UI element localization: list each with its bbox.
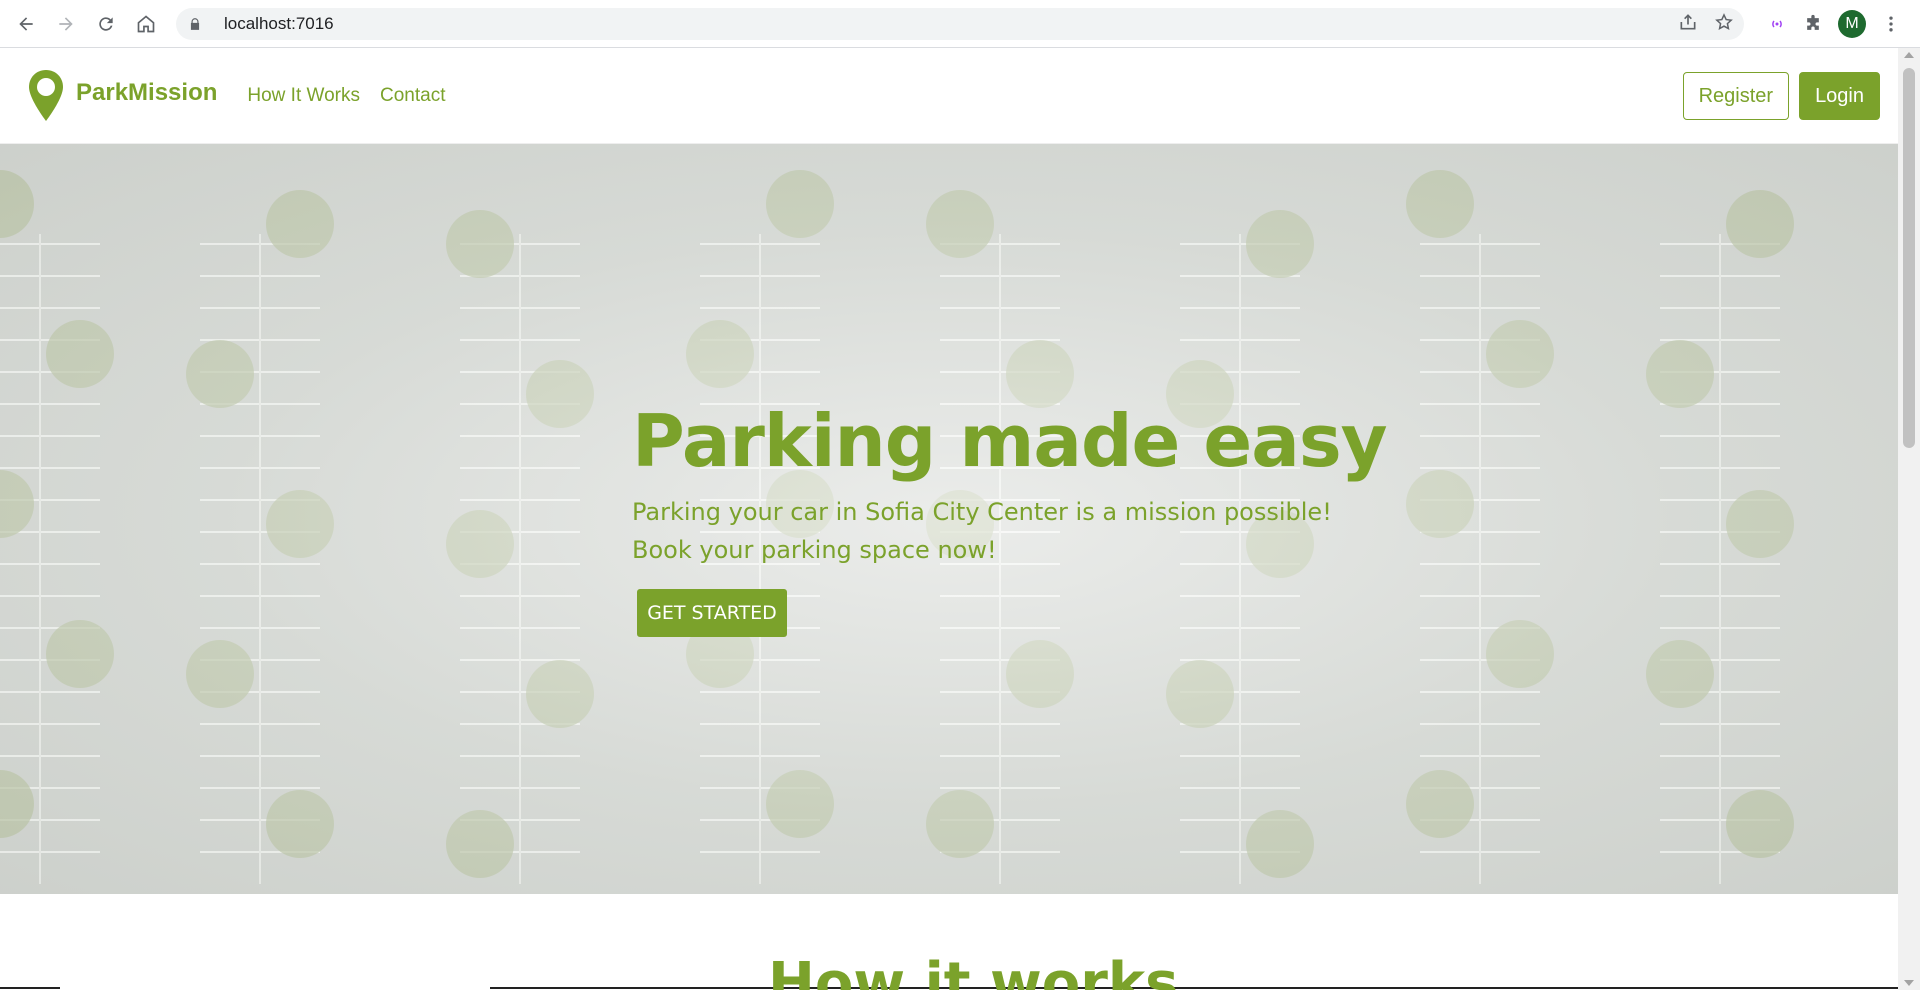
page-scrollbar[interactable]	[1898, 48, 1920, 990]
menu-icon[interactable]	[1880, 13, 1902, 35]
main-nav: How It Works Contact	[247, 85, 445, 107]
hero-subtitle-line1: Parking your car in Sofia City Center is…	[632, 498, 1332, 527]
nav-how-it-works[interactable]: How It Works	[247, 85, 360, 107]
auth-buttons: Register Login	[1682, 72, 1880, 120]
back-icon[interactable]	[8, 6, 44, 42]
scroll-up-arrow-icon[interactable]	[1904, 52, 1914, 58]
site-header: ParkMission How It Works Contact Registe…	[0, 48, 1898, 144]
nav-contact[interactable]: Contact	[380, 85, 445, 107]
media-icon[interactable]	[1766, 13, 1788, 35]
how-it-works-section: How it works	[0, 894, 1898, 990]
brand-link[interactable]: ParkMission	[26, 68, 217, 124]
hero-title: Parking made easy	[632, 399, 1388, 483]
hero-content: Parking made easy Parking your car in So…	[632, 399, 1392, 638]
register-button[interactable]: Register	[1682, 72, 1790, 120]
login-button[interactable]: Login	[1799, 72, 1880, 120]
share-icon[interactable]	[1678, 12, 1698, 37]
hero-section: Parking made easy Parking your car in So…	[0, 144, 1898, 894]
extensions-icon[interactable]	[1802, 13, 1824, 35]
forward-icon[interactable]	[48, 6, 84, 42]
hero-subtitle-line2: Book your parking space now!	[632, 536, 997, 565]
address-bar[interactable]: localhost:7016	[176, 8, 1744, 40]
location-pin-icon	[29, 69, 63, 121]
lock-icon[interactable]	[188, 17, 218, 31]
brand-name: ParkMission	[76, 78, 218, 106]
url-text[interactable]: localhost:7016	[224, 14, 334, 34]
home-icon[interactable]	[128, 6, 164, 42]
scroll-down-arrow-icon[interactable]	[1904, 980, 1914, 986]
divider	[0, 987, 60, 989]
reload-icon[interactable]	[88, 6, 124, 42]
scroll-thumb[interactable]	[1903, 68, 1915, 448]
section-heading: How it works	[768, 951, 1179, 990]
get-started-button[interactable]: GET STARTED	[637, 589, 787, 638]
avatar[interactable]: M	[1838, 10, 1866, 38]
browser-toolbar: localhost:7016 M	[0, 0, 1920, 48]
divider	[490, 987, 1898, 989]
star-icon[interactable]	[1714, 12, 1734, 37]
